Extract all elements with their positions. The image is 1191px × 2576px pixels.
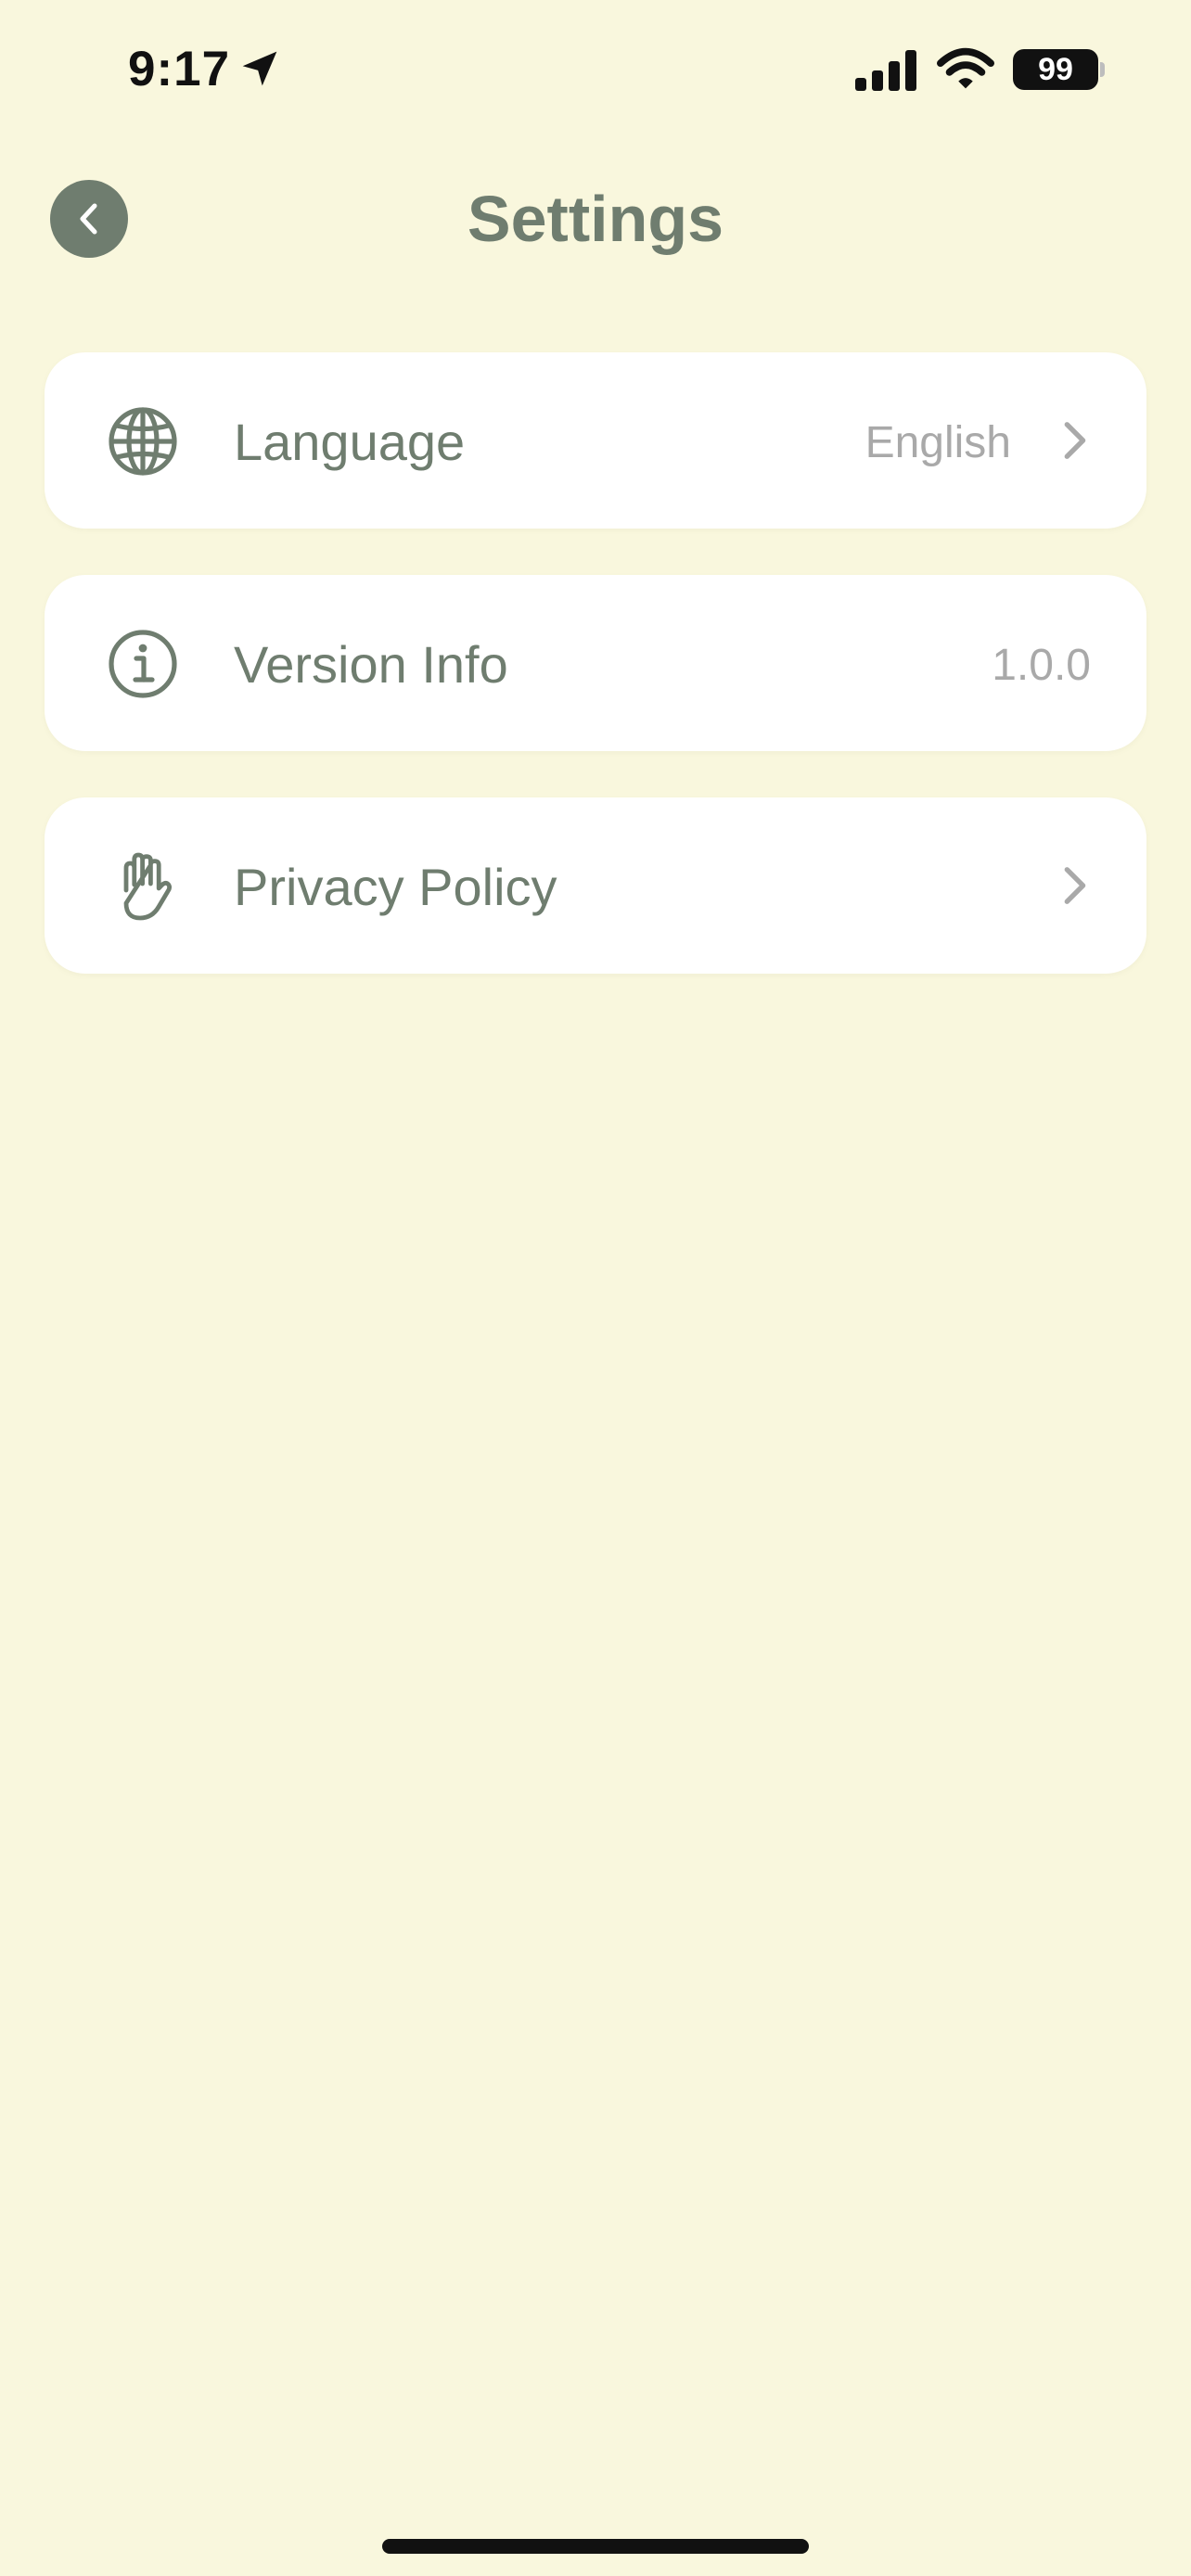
info-circle-icon	[109, 630, 177, 698]
wifi-icon	[937, 47, 994, 89]
settings-item-language[interactable]: Language English	[45, 352, 1146, 529]
battery-level: 99	[1038, 51, 1073, 87]
settings-item-label: Version Info	[234, 635, 508, 694]
cellular-signal-icon	[855, 50, 916, 91]
settings-item-label: Language	[234, 413, 466, 471]
status-bar: 9:17 99	[0, 0, 1191, 148]
chevron-right-icon	[1064, 422, 1086, 459]
battery-nub	[1100, 62, 1105, 77]
globe-icon	[109, 407, 177, 476]
location-arrow-icon	[242, 51, 277, 86]
battery-indicator: 99	[1013, 49, 1098, 90]
home-indicator[interactable]	[382, 2539, 809, 2554]
settings-item-label: Privacy Policy	[234, 858, 557, 916]
chevron-right-icon	[1064, 867, 1086, 904]
page-title: Settings	[467, 183, 724, 255]
settings-item-version-info[interactable]: Version Info 1.0.0	[45, 575, 1146, 751]
hand-icon	[123, 852, 173, 921]
version-value: 1.0.0	[992, 641, 1091, 690]
status-time: 9:17	[128, 42, 231, 96]
settings-item-privacy-policy[interactable]: Privacy Policy	[45, 797, 1146, 974]
language-value: English	[864, 418, 1011, 467]
